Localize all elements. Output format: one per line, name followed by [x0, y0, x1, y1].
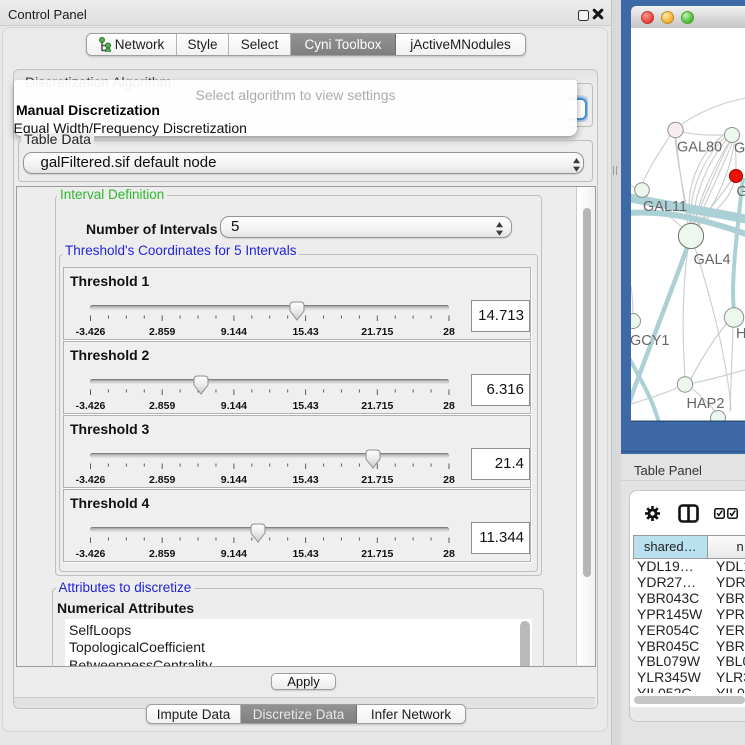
- svg-text:HAP2: HAP2: [687, 396, 725, 412]
- svg-text:G: G: [737, 184, 745, 200]
- svg-text:GAL11: GAL11: [643, 199, 687, 215]
- svg-text:H: H: [736, 326, 745, 342]
- svg-text:GA: GA: [734, 141, 745, 157]
- svg-text:GAL80: GAL80: [677, 140, 722, 156]
- svg-text:GAL4: GAL4: [694, 252, 731, 268]
- svg-text:GCY1: GCY1: [631, 333, 670, 349]
